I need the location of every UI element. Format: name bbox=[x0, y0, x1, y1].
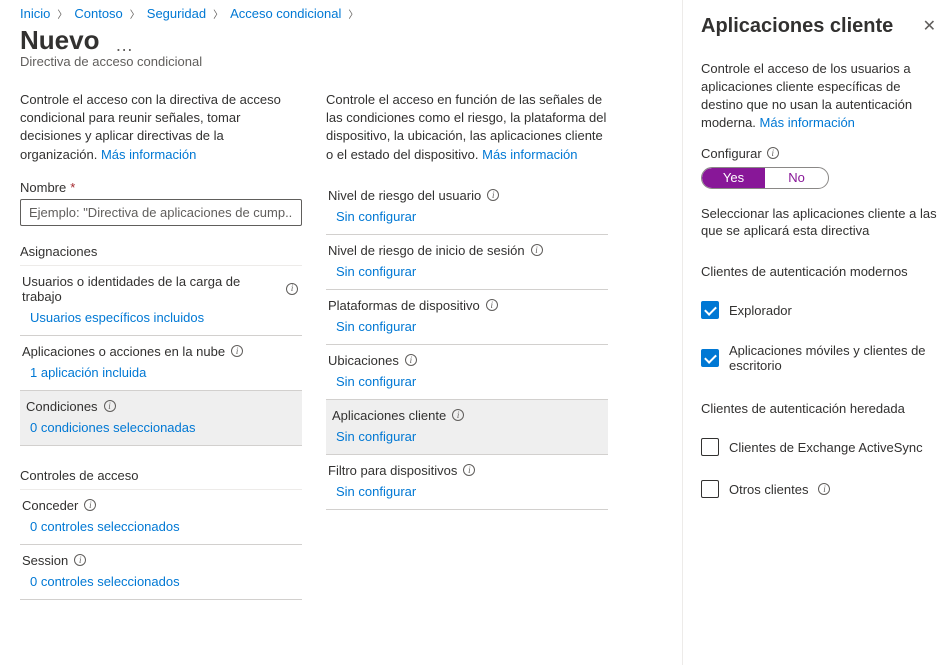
group-device-filter-head: Filtro para dispositivos bbox=[328, 463, 457, 478]
info-icon[interactable]: i bbox=[487, 189, 499, 201]
configure-label-text: Configurar bbox=[701, 146, 762, 161]
left-intro-link[interactable]: Más información bbox=[101, 147, 196, 162]
checkbox-other-row[interactable]: Otros clientes i bbox=[701, 480, 940, 498]
checkbox-mobile-row[interactable]: Aplicaciones móviles y clientes de escri… bbox=[701, 343, 940, 373]
assignments-label: Asignaciones bbox=[20, 244, 302, 259]
info-icon[interactable]: i bbox=[818, 483, 830, 495]
checkbox-other-clients[interactable] bbox=[701, 480, 719, 498]
group-signin-risk[interactable]: Nivel de riesgo de inicio de sesión i Si… bbox=[326, 235, 608, 290]
group-device-platforms-head: Plataformas de dispositivo bbox=[328, 298, 480, 313]
name-label-text: Nombre bbox=[20, 180, 66, 195]
breadcrumb-item-security[interactable]: Seguridad bbox=[147, 6, 206, 21]
group-users-head: Usuarios o identidades de la carga de tr… bbox=[22, 274, 280, 304]
right-intro-link[interactable]: Más información bbox=[482, 147, 577, 162]
chevron-right-icon: 〉 bbox=[210, 6, 226, 21]
info-icon[interactable]: i bbox=[104, 400, 116, 412]
panel-select-text: Seleccionar las aplicaciones cliente a l… bbox=[701, 205, 940, 240]
checkbox-exchange-activesync-label: Clientes de Exchange ActiveSync bbox=[729, 440, 923, 455]
chevron-right-icon: 〉 bbox=[345, 6, 361, 21]
name-label: Nombre * bbox=[20, 180, 302, 195]
group-grant-link[interactable]: 0 controles seleccionados bbox=[20, 519, 180, 534]
group-device-filter-link[interactable]: Sin configurar bbox=[326, 484, 416, 499]
info-icon[interactable]: i bbox=[84, 499, 96, 511]
breadcrumb-item-home[interactable]: Inicio bbox=[20, 6, 50, 21]
group-locations-link[interactable]: Sin configurar bbox=[326, 374, 416, 389]
group-session-head: Session bbox=[22, 553, 68, 568]
info-icon[interactable]: i bbox=[531, 244, 543, 256]
info-icon[interactable]: i bbox=[486, 299, 498, 311]
toggle-no[interactable]: No bbox=[765, 168, 828, 188]
group-conditions-head: Condiciones bbox=[26, 399, 98, 414]
group-session[interactable]: Session i 0 controles seleccionados bbox=[20, 545, 302, 600]
panel-description: Controle el acceso de los usuarios a apl… bbox=[701, 60, 940, 132]
group-user-risk-link[interactable]: Sin configurar bbox=[326, 209, 416, 224]
info-icon[interactable]: i bbox=[463, 464, 475, 476]
group-device-filter[interactable]: Filtro para dispositivos i Sin configura… bbox=[326, 455, 608, 510]
client-apps-panel: Aplicaciones cliente ✕ Controle el acces… bbox=[682, 0, 948, 665]
checkbox-eas-row[interactable]: Clientes de Exchange ActiveSync bbox=[701, 438, 940, 456]
page-title: Nuevo bbox=[20, 25, 99, 56]
legacy-auth-heading: Clientes de autenticación heredada bbox=[701, 401, 940, 416]
checkbox-browser-row[interactable]: Explorador bbox=[701, 301, 940, 319]
group-conditions-link[interactable]: 0 condiciones seleccionadas bbox=[20, 420, 196, 435]
panel-more-info-link[interactable]: Más información bbox=[760, 115, 855, 130]
info-icon[interactable]: i bbox=[452, 409, 464, 421]
group-conditions[interactable]: Condiciones i 0 condiciones seleccionada… bbox=[20, 391, 302, 446]
access-controls-label: Controles de acceso bbox=[20, 468, 302, 483]
info-icon[interactable]: i bbox=[74, 554, 86, 566]
page-subtitle: Directiva de acceso condicional bbox=[20, 54, 682, 69]
group-client-apps-link[interactable]: Sin configurar bbox=[326, 429, 416, 444]
group-user-risk-head: Nivel de riesgo del usuario bbox=[328, 188, 481, 203]
info-icon[interactable]: i bbox=[231, 345, 243, 357]
chevron-right-icon: 〉 bbox=[127, 6, 143, 21]
group-user-risk[interactable]: Nivel de riesgo del usuario i Sin config… bbox=[326, 180, 608, 235]
group-signin-risk-head: Nivel de riesgo de inicio de sesión bbox=[328, 243, 525, 258]
modern-auth-heading: Clientes de autenticación modernos bbox=[701, 264, 940, 279]
checkbox-exchange-activesync[interactable] bbox=[701, 438, 719, 456]
checkbox-mobile-desktop-label: Aplicaciones móviles y clientes de escri… bbox=[729, 343, 940, 373]
group-cloud-apps[interactable]: Aplicaciones o acciones en la nube i 1 a… bbox=[20, 336, 302, 391]
left-intro-text: Controle el acceso con la directiva de a… bbox=[20, 91, 302, 164]
checkbox-mobile-desktop[interactable] bbox=[701, 349, 719, 367]
group-grant[interactable]: Conceder i 0 controles seleccionados bbox=[20, 490, 302, 545]
group-client-apps[interactable]: Aplicaciones cliente i Sin configurar bbox=[326, 400, 608, 455]
group-grant-head: Conceder bbox=[22, 498, 78, 513]
group-users[interactable]: Usuarios o identidades de la carga de tr… bbox=[20, 266, 302, 336]
right-intro-text: Controle el acceso en función de las señ… bbox=[326, 91, 608, 164]
group-device-platforms-link[interactable]: Sin configurar bbox=[326, 319, 416, 334]
group-signin-risk-link[interactable]: Sin configurar bbox=[326, 264, 416, 279]
info-icon[interactable]: i bbox=[286, 283, 298, 295]
chevron-right-icon: 〉 bbox=[54, 6, 70, 21]
checkbox-other-clients-label: Otros clientes bbox=[729, 482, 808, 497]
group-locations-head: Ubicaciones bbox=[328, 353, 399, 368]
info-icon[interactable]: i bbox=[405, 354, 417, 366]
configure-label: Configurar i bbox=[701, 146, 940, 161]
checkbox-browser[interactable] bbox=[701, 301, 719, 319]
info-icon[interactable]: i bbox=[767, 147, 779, 159]
required-indicator: * bbox=[70, 180, 75, 195]
more-actions-button[interactable]: … bbox=[115, 35, 135, 55]
group-locations[interactable]: Ubicaciones i Sin configurar bbox=[326, 345, 608, 400]
toggle-yes[interactable]: Yes bbox=[702, 168, 765, 188]
breadcrumb-item-contoso[interactable]: Contoso bbox=[74, 6, 122, 21]
group-session-link[interactable]: 0 controles seleccionados bbox=[20, 574, 180, 589]
group-client-apps-head: Aplicaciones cliente bbox=[332, 408, 446, 423]
breadcrumb-item-conditional-access[interactable]: Acceso condicional bbox=[230, 6, 341, 21]
group-users-link[interactable]: Usuarios específicos incluidos bbox=[20, 310, 204, 325]
group-device-platforms[interactable]: Plataformas de dispositivo i Sin configu… bbox=[326, 290, 608, 345]
configure-toggle[interactable]: Yes No bbox=[701, 167, 829, 189]
checkbox-browser-label: Explorador bbox=[729, 303, 792, 318]
panel-title: Aplicaciones cliente bbox=[701, 15, 893, 38]
close-icon[interactable]: ✕ bbox=[919, 12, 940, 40]
group-cloud-apps-link[interactable]: 1 aplicación incluida bbox=[20, 365, 146, 380]
group-cloud-apps-head: Aplicaciones o acciones en la nube bbox=[22, 344, 225, 359]
policy-name-input[interactable] bbox=[20, 199, 302, 226]
breadcrumb: Inicio 〉 Contoso 〉 Seguridad 〉 Acceso co… bbox=[20, 6, 682, 23]
